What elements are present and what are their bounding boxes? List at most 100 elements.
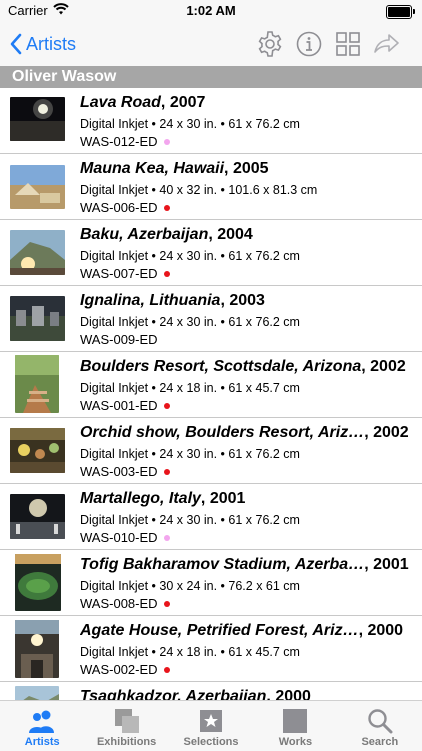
tab-works[interactable]: Works [253, 701, 337, 751]
work-title-line: Agate House, Petrified Forest, Ariz…, 20… [80, 622, 412, 640]
grid-icon[interactable] [334, 30, 362, 58]
work-detail: Digital Inkjet • 24 x 18 in. • 61 x 45.7… [80, 645, 300, 659]
work-row[interactable]: Martallego, Italy, 2001 Digital Inkjet •… [0, 484, 422, 550]
work-code: WAS-007-ED [80, 266, 158, 281]
work-title: Lava Road [80, 94, 161, 111]
work-row[interactable]: Ignalina, Lithuania, 2003 Digital Inkjet… [0, 286, 422, 352]
work-title-line: Lava Road, 2007 [80, 94, 412, 112]
work-title-line: Ignalina, Lithuania, 2003 [80, 292, 412, 310]
work-row[interactable]: Tsaghkadzor, Azerbaijan, 2000 [0, 682, 422, 700]
chevron-left-icon [10, 33, 22, 55]
work-code: WAS-012-ED [80, 134, 158, 149]
work-detail: Digital Inkjet • 24 x 30 in. • 61 x 76.2… [80, 447, 300, 461]
work-code-line: WAS-010-ED [80, 530, 170, 545]
status-dot [163, 204, 170, 211]
status-dot [163, 534, 170, 541]
work-code: WAS-001-ED [80, 398, 158, 413]
work-year: , 2007 [160, 94, 206, 111]
work-code-line: WAS-003-ED [80, 464, 170, 479]
work-title-line: Orchid show, Boulders Resort, Ariz…, 200… [80, 424, 412, 442]
work-detail: Digital Inkjet • 24 x 30 in. • 61 x 76.2… [80, 315, 300, 329]
tab-label: Selections [183, 736, 239, 748]
work-code: WAS-010-ED [80, 530, 158, 545]
artist-section-header: Oliver Wasow [0, 66, 422, 88]
work-thumbnail [15, 554, 61, 611]
battery-icon [386, 5, 415, 19]
work-title: Tsaghkadzor, Azerbaijan [80, 688, 267, 700]
work-code-line: WAS-002-ED [80, 662, 170, 677]
work-row[interactable]: Baku, Azerbaijan, 2004 Digital Inkjet • … [0, 220, 422, 286]
work-code: WAS-009-ED [80, 332, 158, 347]
work-code: WAS-002-ED [80, 662, 158, 677]
work-code: WAS-006-ED [80, 200, 158, 215]
tab-artists[interactable]: Artists [0, 701, 84, 751]
work-year: , 2001 [200, 490, 246, 507]
status-dot [163, 138, 170, 145]
artists-icon [29, 710, 55, 733]
work-row[interactable]: Boulders Resort, Scottsdale, Arizona, 20… [0, 352, 422, 418]
works-list[interactable]: Lava Road, 2007 Digital Inkjet • 24 x 30… [0, 88, 422, 700]
work-detail: Digital Inkjet • 24 x 30 in. • 61 x 76.2… [80, 513, 300, 527]
status-time: 1:02 AM [186, 3, 236, 18]
work-title-line: Baku, Azerbaijan, 2004 [80, 226, 412, 244]
gear-icon[interactable] [256, 30, 284, 58]
tab-label: Artists [24, 736, 60, 748]
work-year: , 2000 [358, 622, 404, 639]
search-icon [368, 709, 393, 734]
back-button[interactable]: Artists [10, 30, 76, 58]
work-code: WAS-008-ED [80, 596, 158, 611]
work-code: WAS-003-ED [80, 464, 158, 479]
work-title: Ignalina, Lithuania [80, 292, 221, 309]
work-year: , 2000 [266, 688, 311, 700]
work-row[interactable]: Agate House, Petrified Forest, Ariz…, 20… [0, 616, 422, 682]
work-code-line: WAS-009-ED [80, 332, 158, 347]
work-title: Boulders Resort, Scottsdale, Arizona [80, 358, 362, 375]
work-thumbnail [15, 355, 59, 413]
work-title-line: Tofig Bakharamov Stadium, Azerba…, 2001 [80, 556, 412, 574]
work-title: Mauna Kea, Hawaii [80, 160, 225, 177]
work-thumbnail [15, 686, 59, 700]
work-detail: Digital Inkjet • 40 x 32 in. • 101.6 x 8… [80, 183, 318, 197]
work-title: Agate House, Petrified Forest, Ariz… [80, 622, 359, 639]
selections-icon [200, 710, 223, 732]
work-code-line: WAS-008-ED [80, 596, 170, 611]
work-row[interactable]: Lava Road, 2007 Digital Inkjet • 24 x 30… [0, 88, 422, 154]
work-year: , 2003 [220, 292, 265, 309]
work-thumbnail [10, 494, 65, 539]
status-dot [163, 666, 170, 673]
tab-label: Works [278, 736, 313, 748]
status-dot [163, 402, 170, 409]
work-title-line: Martallego, Italy, 2001 [80, 490, 412, 508]
work-title: Tofig Bakharamov Stadium, Azerba… [80, 556, 365, 573]
work-title-line: Boulders Resort, Scottsdale, Arizona, 20… [80, 358, 412, 376]
work-year: , 2002 [361, 358, 406, 375]
work-code-line: WAS-001-ED [80, 398, 170, 413]
share-arrow-icon[interactable] [372, 30, 400, 58]
works-icon [283, 709, 308, 733]
work-detail: Digital Inkjet • 24 x 30 in. • 61 x 76.2… [80, 117, 300, 131]
tab-exhibitions[interactable]: Exhibitions [84, 701, 168, 751]
work-detail: Digital Inkjet • 24 x 18 in. • 61 x 45.7… [80, 381, 300, 395]
back-button-label: Artists [26, 33, 77, 54]
work-detail: Digital Inkjet • 30 x 24 in. • 76.2 x 61… [80, 579, 300, 593]
work-row[interactable]: Mauna Kea, Hawaii, 2005 Digital Inkjet •… [0, 154, 422, 220]
work-year: , 2001 [364, 556, 409, 573]
navigation-bar: Artists [0, 22, 422, 66]
info-icon[interactable] [295, 30, 323, 58]
status-dot [163, 468, 170, 475]
work-code-line: WAS-006-ED [80, 200, 170, 215]
work-year: , 2005 [224, 160, 269, 177]
tab-label: Exhibitions [96, 736, 157, 748]
exhibitions-icon [114, 709, 139, 733]
work-title: Martallego, Italy [80, 490, 201, 507]
work-row[interactable]: Tofig Bakharamov Stadium, Azerba…, 2001 … [0, 550, 422, 616]
work-title-line: Mauna Kea, Hawaii, 2005 [80, 160, 412, 178]
tab-selections[interactable]: Selections [169, 701, 253, 751]
tab-search[interactable]: Search [338, 701, 422, 751]
tab-bar: Artists Exhibitions Selections Works Sea… [0, 700, 422, 751]
work-thumbnail [10, 230, 65, 275]
work-thumbnail [15, 620, 59, 678]
work-row[interactable]: Orchid show, Boulders Resort, Ariz…, 200… [0, 418, 422, 484]
work-detail: Digital Inkjet • 24 x 30 in. • 61 x 76.2… [80, 249, 300, 263]
work-code-line: WAS-007-ED [80, 266, 170, 281]
